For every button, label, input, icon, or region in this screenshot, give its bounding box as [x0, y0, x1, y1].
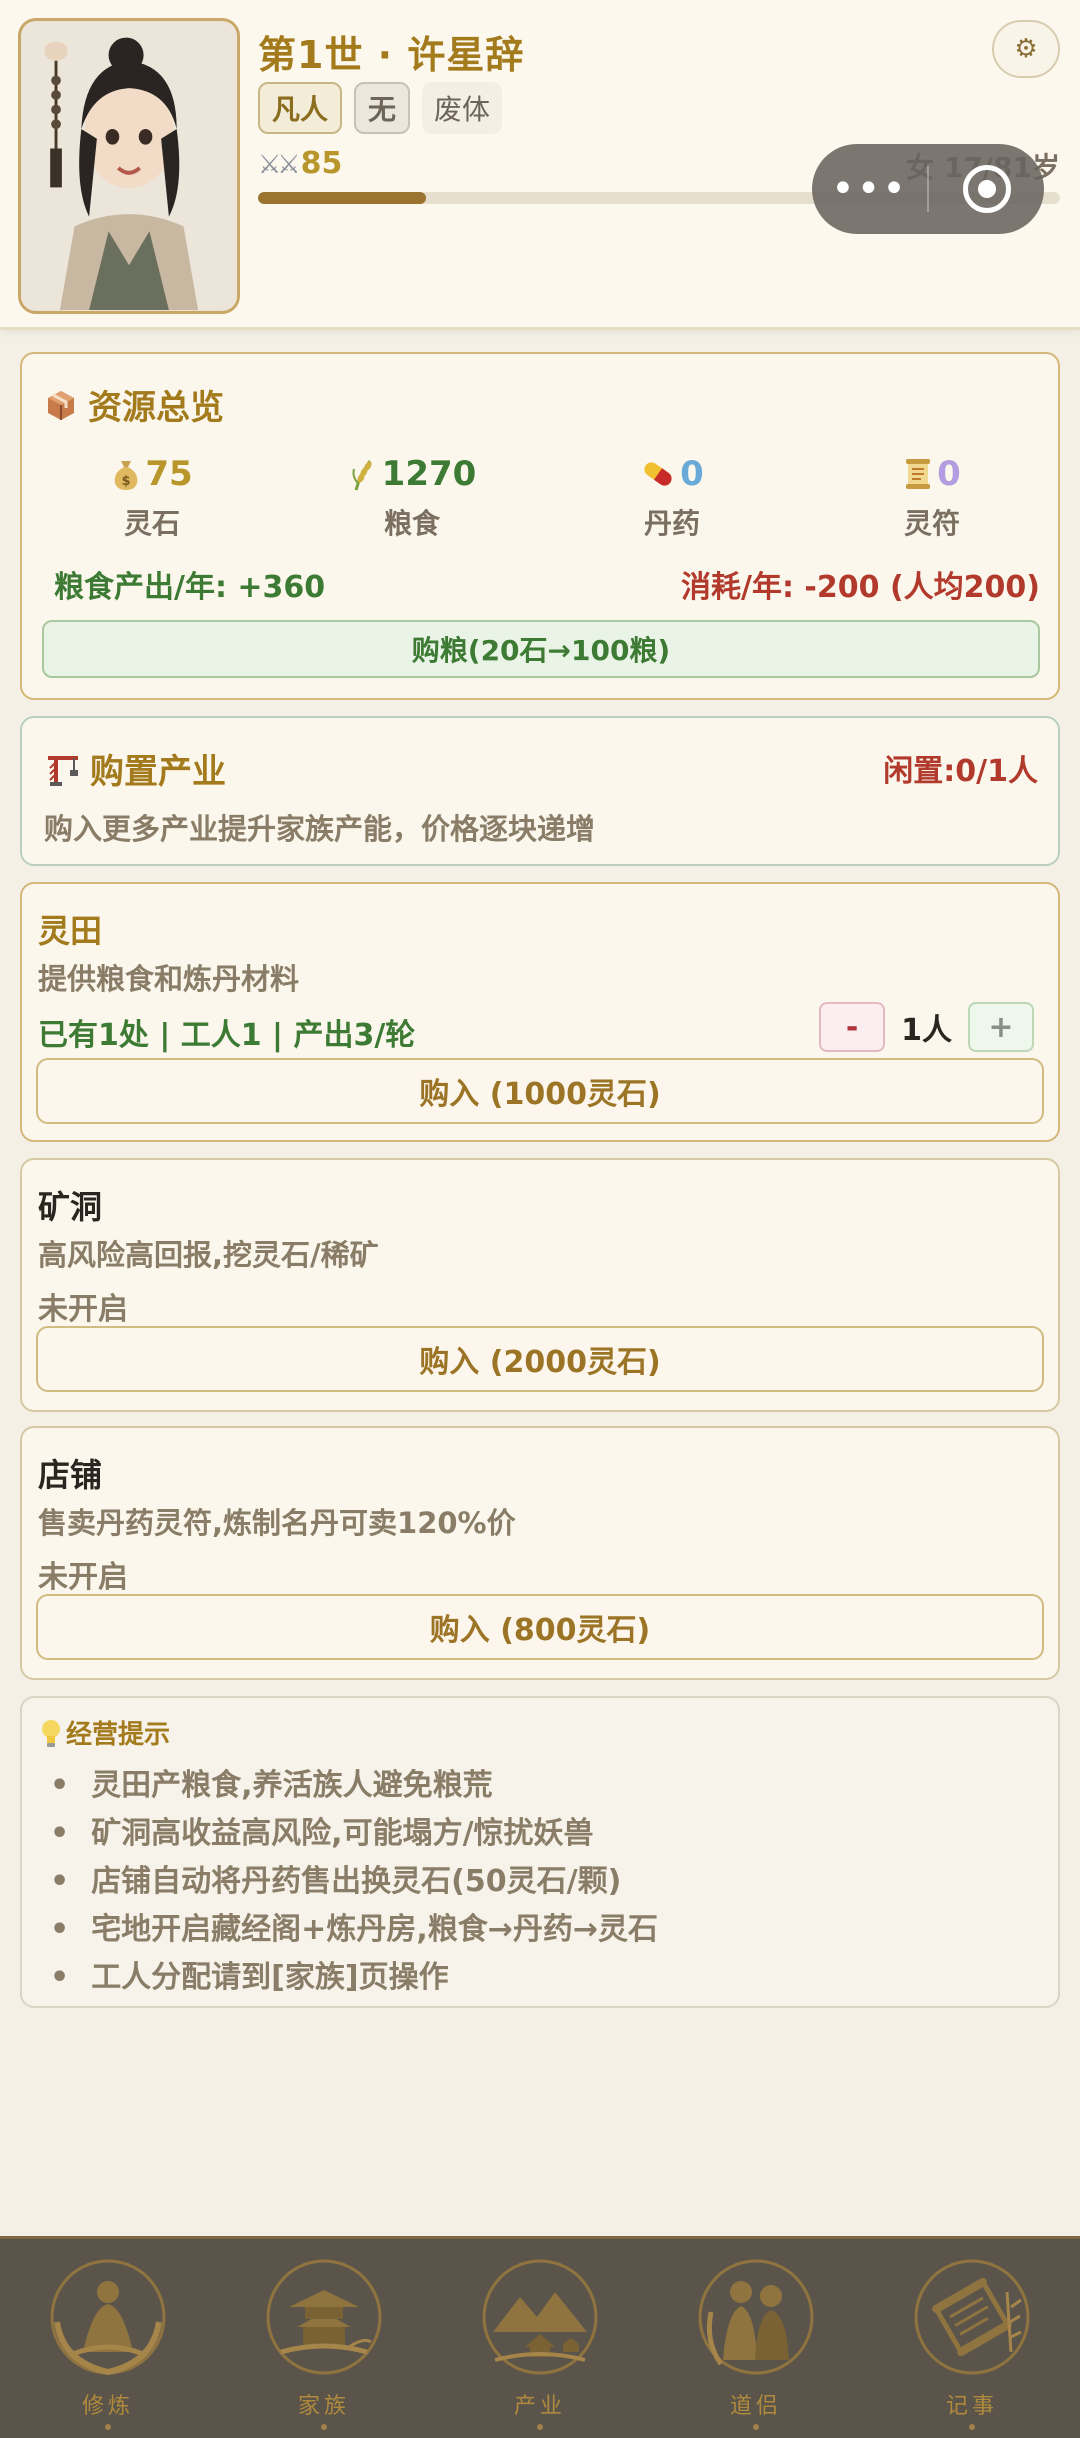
landscape-icon — [482, 2259, 598, 2374]
property-name: 店铺 — [38, 1456, 103, 1494]
nav-dot — [753, 2423, 759, 2430]
couple-icon — [698, 2259, 814, 2374]
crossed-swords-icon: ⚔⚔ — [258, 150, 301, 180]
property-mine: 矿洞 高风险高回报,挖灵石/稀矿 未开启 购入 (2000灵石) — [20, 1158, 1060, 1412]
gear-icon: ⚙ — [1014, 34, 1038, 64]
property-status: 已有1处 | 工人1 | 产出3/轮 — [38, 1018, 416, 1053]
svg-text:$: $ — [122, 474, 131, 489]
settings-button[interactable]: ⚙ — [992, 20, 1060, 78]
nav-label: 修炼 — [81, 2393, 134, 2419]
tip-item: 灵田产粮食,养活族人避免粮荒 — [50, 1762, 658, 1810]
resource-overview-title: 资源总览 — [88, 388, 224, 428]
more-menu-button[interactable]: ••• — [812, 166, 927, 212]
business-tips-card: 经营提示 灵田产粮食,养活族人避免粮荒 矿洞高收益高风险,可能塌方/惊扰妖兽 店… — [20, 1696, 1060, 2008]
nav-item-cultivation[interactable]: 修炼 — [8, 2244, 208, 2434]
property-status: 未开启 — [38, 1292, 128, 1327]
buy-mine-button[interactable]: 购入 (2000灵石) — [36, 1326, 1044, 1392]
physique-badge: 废体 — [422, 82, 503, 134]
property-name: 灵田 — [38, 912, 103, 950]
resource-list: $ 75 灵石 1270 粮食 0 丹药 0 灵符 — [22, 454, 1062, 542]
business-tips-title: 经营提示 — [66, 1720, 171, 1750]
crane-icon — [48, 755, 78, 786]
spirit-stone-label: 灵石 — [123, 507, 180, 540]
grain-consumption-per-year: 消耗/年: -200 (人均200) — [681, 570, 1040, 605]
money-bag-icon: $ — [115, 461, 138, 490]
scroll-icon — [914, 2259, 1030, 2374]
buy-industry-card: 购置产业 闲置:0/1人 购入更多产业提升家族产能，价格逐块递增 — [20, 716, 1060, 866]
rice-icon — [352, 460, 372, 491]
property-spirit-field: 灵田 提供粮食和炼丹材料 已有1处 | 工人1 | 产出3/轮 - 1人 + 购… — [20, 882, 1060, 1142]
character-portrait[interactable] — [18, 18, 240, 314]
spirit-stone-value: 75 — [145, 454, 193, 494]
tip-item: 矿洞高收益高风险,可能塌方/惊扰妖兽 — [50, 1810, 658, 1858]
buy-industry-title: 购置产业 — [90, 752, 226, 792]
talisman-value: 0 — [937, 454, 961, 494]
grain-value: 1270 — [381, 454, 477, 494]
resource-spirit-stone: $ 75 灵石 — [22, 454, 282, 542]
buy-shop-button[interactable]: 购入 (800灵石) — [36, 1594, 1044, 1660]
nav-dot — [969, 2423, 975, 2430]
meditation-icon — [50, 2259, 166, 2375]
buy-grain-button[interactable]: 购粮(20石→100粮) — [42, 620, 1040, 678]
target-icon — [962, 165, 1011, 213]
character-header: 第1世 · 许星辞 凡人 无 废体 ⚔⚔85 女 17/81岁 ⚙ ••• — [0, 0, 1080, 330]
nav-item-chronicle[interactable]: 记事 — [872, 2244, 1072, 2434]
tip-item: 工人分配请到[家族]页操作 — [50, 1954, 658, 2002]
resource-talisman: 0 灵符 — [802, 454, 1062, 542]
spirit-root-badge: 无 — [354, 82, 411, 134]
combat-power: ⚔⚔ 85 — [258, 146, 342, 181]
combat-power-value: 85 — [300, 146, 343, 181]
portrait-image — [21, 22, 237, 310]
box-icon — [48, 390, 74, 420]
talisman-label: 灵符 — [903, 507, 960, 540]
nav-item-industry[interactable]: 产业 — [440, 2244, 640, 2434]
bottom-navigation: 修炼 家族 产业 道侣 记事 — [0, 2236, 1080, 2438]
nav-label: 道侣 — [729, 2393, 782, 2419]
worker-stepper: - 1人 + — [819, 1002, 1034, 1052]
property-shop: 店铺 售卖丹药灵符,炼制名丹可卖120%价 未开启 购入 (800灵石) — [20, 1426, 1060, 1680]
grain-output-per-year: 粮食产出/年: +360 — [54, 570, 326, 605]
pavilion-icon — [266, 2259, 382, 2374]
miniprogram-capsule: ••• — [812, 144, 1044, 234]
property-description: 售卖丹药灵符,炼制名丹可卖120%价 — [38, 1506, 516, 1540]
grain-label: 粮食 — [383, 507, 440, 540]
character-tags: 凡人 无 废体 — [258, 82, 503, 134]
buy-industry-heading: 购置产业 — [44, 744, 226, 793]
nav-dot — [105, 2423, 111, 2430]
pill-label: 丹药 — [643, 507, 700, 540]
character-title: 第1世 · 许星辞 — [258, 33, 525, 77]
pill-icon — [644, 462, 672, 486]
buy-industry-description: 购入更多产业提升家族产能，价格逐块递增 — [44, 812, 596, 846]
nav-label: 产业 — [513, 2393, 566, 2419]
worker-count: 1人 — [901, 1013, 952, 1048]
property-status: 未开启 — [38, 1560, 128, 1595]
tip-item: 宅地开启藏经阁+炼丹房,粮食→丹药→灵石 — [50, 1906, 658, 1954]
decrease-worker-button[interactable]: - — [819, 1002, 886, 1052]
property-description: 高风险高回报,挖灵石/稀矿 — [38, 1238, 379, 1272]
lightbulb-icon — [42, 1719, 60, 1747]
close-miniprogram-button[interactable] — [929, 165, 1044, 213]
nav-dot — [321, 2423, 327, 2430]
lifespan-progress-fill — [258, 192, 427, 204]
realm-badge: 凡人 — [258, 82, 343, 134]
nav-item-companion[interactable]: 道侣 — [656, 2244, 856, 2434]
pill-value: 0 — [680, 454, 704, 494]
nav-label: 记事 — [945, 2393, 998, 2419]
property-name: 矿洞 — [38, 1188, 103, 1226]
resource-grain: 1270 粮食 — [282, 454, 542, 542]
tip-item: 店铺自动将丹药售出换灵石(50灵石/颗) — [50, 1858, 658, 1906]
resource-overview-card: 资源总览 $ 75 灵石 1270 粮食 0 丹药 0 灵符 粮食产出/年: +… — [20, 352, 1060, 700]
nav-item-family[interactable]: 家族 — [224, 2244, 424, 2434]
resource-overview-heading: 资源总览 — [44, 380, 224, 429]
nav-label: 家族 — [297, 2393, 350, 2419]
nav-dot — [537, 2423, 543, 2430]
idle-workers: 闲置:0/1人 — [883, 754, 1038, 789]
tips-list: 灵田产粮食,养活族人避免粮荒 矿洞高收益高风险,可能塌方/惊扰妖兽 店铺自动将丹… — [50, 1762, 658, 2002]
increase-worker-button[interactable]: + — [968, 1002, 1034, 1052]
business-tips-heading: 经营提示 — [40, 1714, 170, 1751]
buy-spirit-field-button[interactable]: 购入 (1000灵石) — [36, 1058, 1044, 1124]
resource-pill: 0 丹药 — [542, 454, 802, 542]
scroll-icon — [906, 459, 931, 489]
property-description: 提供粮食和炼丹材料 — [38, 962, 300, 996]
